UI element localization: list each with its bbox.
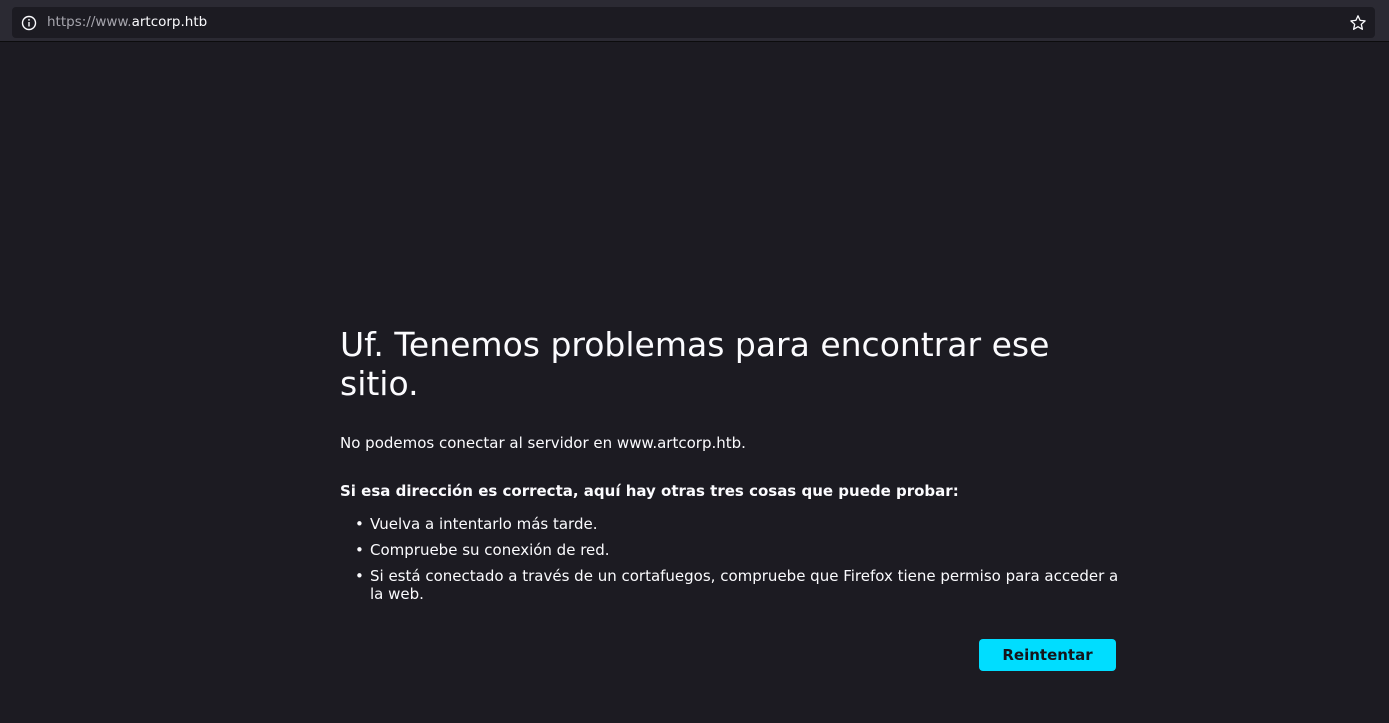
- error-title: Uf. Tenemos problemas para encontrar ese…: [340, 325, 1050, 403]
- suggestion-item: • Compruebe su conexión de red.: [340, 541, 1120, 559]
- suggestion-text: Compruebe su conexión de red.: [370, 541, 610, 559]
- browser-toolbar: https://www.artcorp.htb: [0, 4, 1389, 42]
- url-bar[interactable]: https://www.artcorp.htb: [12, 7, 1375, 38]
- error-content: Uf. Tenemos problemas para encontrar ese…: [340, 325, 1120, 671]
- bullet-icon: •: [355, 541, 364, 559]
- suggestions-list: • Vuelva a intentarlo más tarde. • Comprue…: [340, 515, 1120, 611]
- bullet-icon: •: [355, 567, 364, 585]
- suggestion-text: Si está conectado a través de un cortafu…: [370, 567, 1119, 603]
- suggestion-text: Vuelva a intentarlo más tarde.: [370, 515, 598, 533]
- url-prefix: https://www.: [47, 14, 132, 30]
- error-description: No podemos conectar al servidor en www.a…: [340, 434, 746, 452]
- suggestions-heading: Si esa dirección es correcta, aquí hay o…: [340, 482, 959, 500]
- url-host: artcorp.htb: [131, 14, 208, 30]
- retry-button[interactable]: Reintentar: [979, 639, 1116, 671]
- url-text[interactable]: https://www.artcorp.htb: [47, 14, 207, 31]
- suggestion-item: • Vuelva a intentarlo más tarde.: [340, 515, 1120, 533]
- star-icon[interactable]: [1349, 14, 1367, 32]
- info-icon[interactable]: [21, 15, 37, 31]
- suggestion-item: • Si está conectado a través de un cortaf…: [340, 567, 1120, 603]
- bullet-icon: •: [355, 515, 364, 533]
